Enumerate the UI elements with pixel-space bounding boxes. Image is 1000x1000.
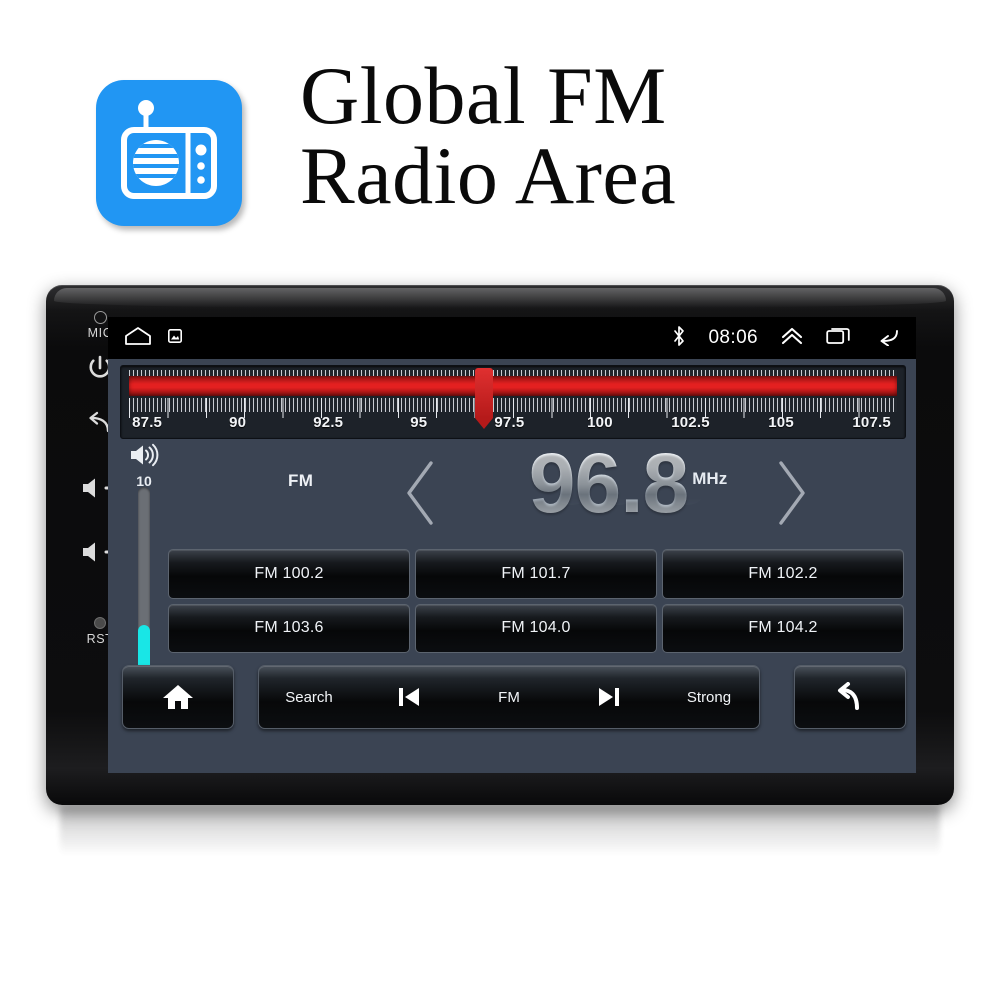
bluetooth-icon [672, 325, 686, 352]
chevron-left-icon [407, 461, 433, 525]
next-station-button[interactable] [768, 457, 814, 534]
status-bar-right: 08:06 [672, 325, 916, 352]
preset-button[interactable]: FM 101.7 [415, 549, 657, 599]
dial-label: 102.5 [671, 414, 710, 431]
dial-label: 90 [229, 414, 247, 431]
screenshot-icon[interactable] [168, 328, 182, 348]
page-title: Global FM Radio Area [300, 55, 920, 222]
recents-icon[interactable] [826, 326, 852, 351]
frequency-value-group: 96.8MHz 96.8 [468, 435, 788, 545]
band-label: FM [288, 471, 314, 490]
strong-button[interactable]: Strong [679, 689, 739, 706]
preset-button[interactable]: FM 104.0 [415, 603, 657, 653]
preset-button[interactable]: FM 102.2 [662, 549, 904, 599]
preset-grid: FM 100.2 FM 101.7 FM 102.2 FM 103.6 FM 104.0… [168, 549, 904, 653]
back-button[interactable] [794, 665, 906, 729]
back-icon[interactable] [874, 326, 900, 351]
dial-label: 87.5 [132, 414, 163, 431]
bottom-toolbar: Search FM Strong [122, 665, 906, 733]
page-header: Global FM Radio Area [0, 0, 1000, 280]
frequency-value: 96.8 [528, 436, 689, 530]
dial-red-band [129, 376, 897, 396]
band-button[interactable]: FM [479, 689, 539, 706]
page-title-line1: Global FM [300, 50, 667, 141]
frequency-display: FM 96.8MHz 96.8 [168, 436, 868, 543]
status-bar-left [108, 326, 182, 351]
device-reflection [60, 806, 940, 870]
back-arrow-icon [838, 682, 859, 710]
fm-radio-app: 87.5 90 92.5 95 97.5 100 102.5 105 107.5 10 [108, 359, 916, 773]
preset-button[interactable]: FM 104.2 [662, 603, 904, 653]
volume-slider[interactable]: 10 [122, 443, 166, 701]
previous-station-button[interactable] [398, 457, 444, 534]
skip-next-icon [599, 688, 619, 706]
android-status-bar: 08:06 [108, 317, 916, 359]
skip-previous-icon [399, 688, 419, 706]
dial-label: 97.5 [494, 414, 525, 431]
home-icon [163, 685, 193, 709]
search-button[interactable]: Search [279, 689, 339, 706]
car-head-unit: MIC RST 08:06 87.5 90 92.5 95 97.5 100 1… [46, 285, 954, 805]
radio-icon [96, 80, 242, 226]
chevron-up-icon[interactable] [780, 326, 804, 351]
dial-pointer[interactable] [475, 368, 494, 429]
volume-track[interactable] [138, 487, 150, 687]
bezel-gloss [54, 288, 946, 308]
tuner-controls: Search FM Strong [258, 665, 760, 729]
preset-button[interactable]: FM 103.6 [168, 603, 410, 653]
dial-label: 107.5 [852, 414, 891, 431]
page-title-line2: Radio Area [300, 130, 677, 222]
home-button[interactable] [122, 665, 234, 729]
dial-label: 100 [587, 414, 613, 431]
dial-label: 95 [410, 414, 428, 431]
chevron-right-icon [779, 461, 805, 525]
speaker-icon [122, 443, 166, 472]
frequency-unit: MHz [692, 469, 728, 488]
reset-pinhole-icon [94, 617, 106, 629]
frequency-dial[interactable]: 87.5 90 92.5 95 97.5 100 102.5 105 107.5 [120, 365, 906, 439]
skip-previous-button[interactable] [379, 683, 439, 711]
home-icon[interactable] [124, 326, 152, 351]
mic-icon [93, 311, 107, 324]
dial-scale-labels: 87.5 90 92.5 95 97.5 100 102.5 105 107.5 [129, 414, 897, 436]
dial-label: 92.5 [313, 414, 344, 431]
touchscreen[interactable]: 08:06 87.5 90 92.5 95 97.5 100 102.5 105… [108, 317, 916, 773]
status-bar-clock: 08:06 [708, 327, 758, 348]
preset-button[interactable]: FM 100.2 [168, 549, 410, 599]
dial-label: 105 [768, 414, 794, 431]
skip-next-button[interactable] [579, 683, 639, 711]
